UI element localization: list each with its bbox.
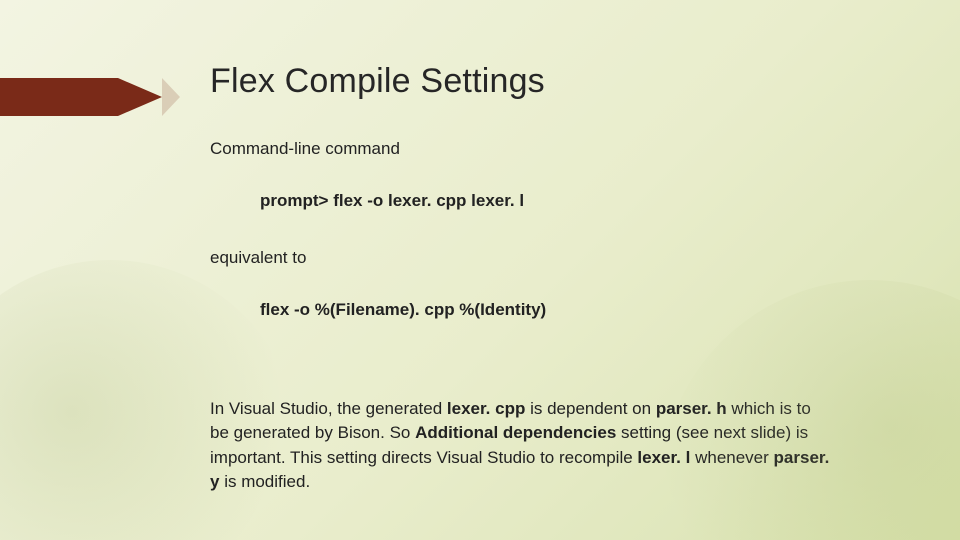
page-title: Flex Compile Settings	[210, 62, 840, 101]
para-bold-2: parser. h	[656, 399, 727, 418]
para-bold-4: lexer. l	[637, 448, 690, 467]
command-1: prompt> flex -o lexer. cpp lexer. l	[260, 189, 840, 214]
body-line-2: equivalent to	[210, 246, 840, 271]
ribbon-bar	[0, 78, 118, 116]
slide: Flex Compile Settings Command-line comma…	[0, 0, 960, 540]
paragraph: In Visual Studio, the generated lexer. c…	[210, 397, 830, 496]
ribbon-outline-tip	[162, 78, 180, 116]
ribbon-outline	[118, 78, 188, 116]
para-text-6: is modified.	[219, 472, 310, 491]
para-bold-3: Additional dependencies	[415, 423, 616, 442]
command-2: flex -o %(Filename). cpp %(Identity)	[260, 298, 840, 323]
slide-content: Flex Compile Settings Command-line comma…	[210, 62, 840, 512]
body-line-1: Command-line command	[210, 137, 840, 162]
para-bold-1: lexer. cpp	[447, 399, 525, 418]
para-text-2: is dependent on	[525, 399, 655, 418]
para-text-1: In Visual Studio, the generated	[210, 399, 447, 418]
para-text-5: whenever	[690, 448, 773, 467]
